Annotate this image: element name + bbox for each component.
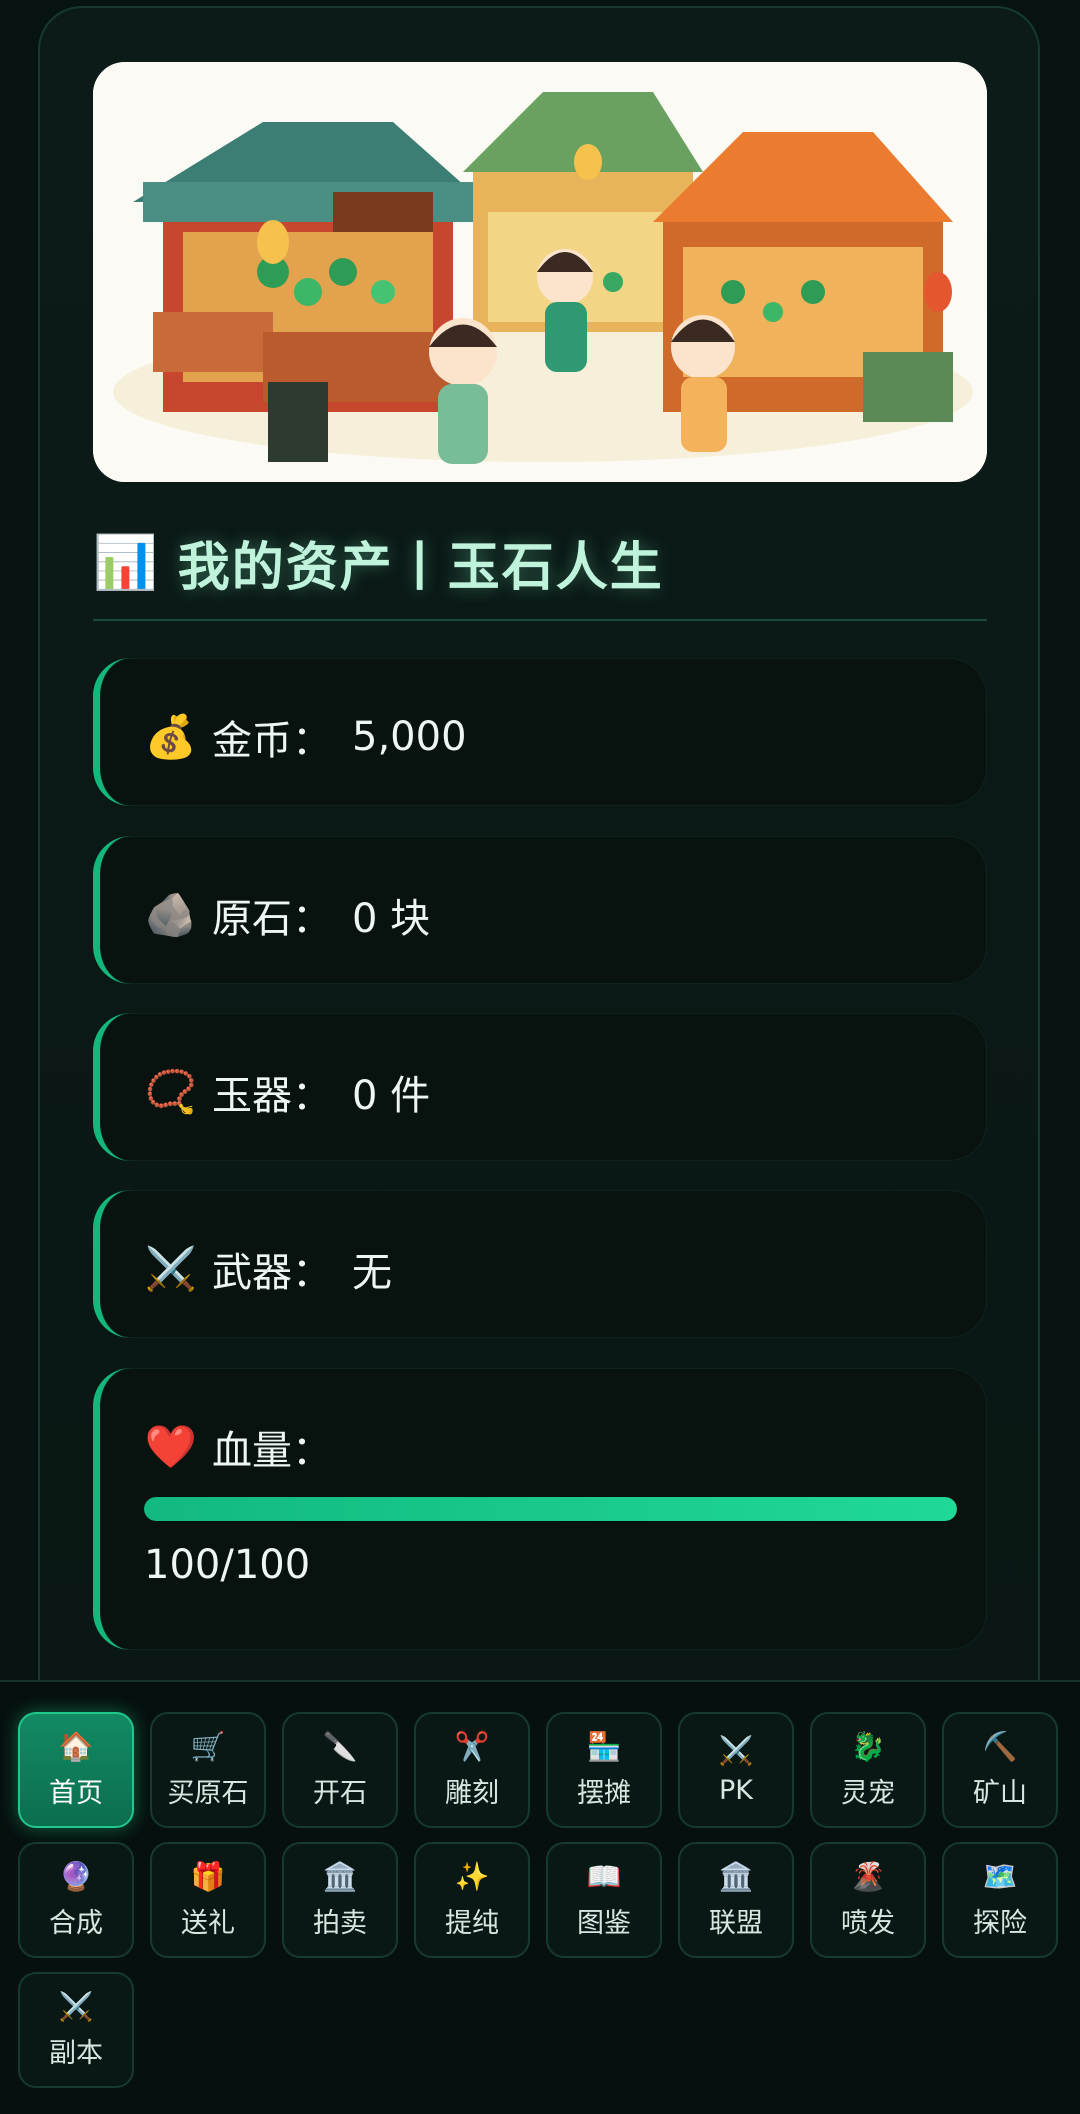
nav-eruption-button[interactable]: 🌋 喷发 bbox=[810, 1842, 926, 1958]
nav-label: 图鉴 bbox=[577, 1907, 631, 1939]
heart-icon: ❤️ bbox=[144, 1422, 198, 1471]
jade-value: 0 件 bbox=[352, 1073, 431, 1119]
nav-alliance-button[interactable]: 🏛️ 联盟 bbox=[678, 1842, 794, 1958]
weapon-value: 无 bbox=[352, 1250, 392, 1296]
dragon-icon: 🐉 bbox=[850, 1729, 886, 1763]
nav-carve-button[interactable]: ✂️ 雕刻 bbox=[414, 1712, 530, 1828]
hp-progress-bar bbox=[144, 1497, 957, 1521]
page-title-row: 📊 我的资产丨玉石人生 bbox=[93, 520, 664, 604]
raw-stone-card: 🪨 原石： 0 块 bbox=[93, 836, 987, 984]
nav-label: PK bbox=[719, 1774, 753, 1806]
nav-label: 喷发 bbox=[841, 1907, 895, 1939]
sparkles-icon: ✨ bbox=[454, 1859, 490, 1893]
nav-stall-button[interactable]: 🏪 摆摊 bbox=[546, 1712, 662, 1828]
nav-home-button[interactable]: 🏠 首页 bbox=[18, 1712, 134, 1828]
hp-card: ❤️ 血量： 100/100 bbox=[93, 1368, 987, 1650]
nav-label: 矿山 bbox=[973, 1777, 1027, 1809]
nav-dungeon-button[interactable]: ⚔️ 副本 bbox=[18, 1972, 134, 2088]
raw-stone-label: 原石： bbox=[212, 896, 332, 942]
nav-refine-button[interactable]: ✨ 提纯 bbox=[414, 1842, 530, 1958]
classical-building-icon: 🏛️ bbox=[718, 1859, 754, 1893]
nav-gift-button[interactable]: 🎁 送礼 bbox=[150, 1842, 266, 1958]
nav-label: 探险 bbox=[973, 1907, 1027, 1939]
jade-label: 玉器： bbox=[212, 1073, 332, 1119]
hp-progress-fill bbox=[144, 1497, 957, 1521]
hp-label: 血量： bbox=[212, 1428, 332, 1474]
rock-icon: 🪨 bbox=[144, 890, 198, 939]
nav-label: 副本 bbox=[49, 2037, 103, 2069]
nav-label: 灵宠 bbox=[841, 1777, 895, 1809]
jade-card: 📿 玉器： 0 件 bbox=[93, 1013, 987, 1161]
nav-label: 送礼 bbox=[181, 1907, 235, 1939]
crystal-ball-icon: 🔮 bbox=[58, 1859, 94, 1893]
home-icon: 🏠 bbox=[58, 1729, 94, 1763]
classical-building-icon: 🏛️ bbox=[322, 1859, 358, 1893]
gift-icon: 🎁 bbox=[190, 1859, 226, 1893]
crossed-swords-icon: ⚔️ bbox=[718, 1733, 754, 1767]
volcano-icon: 🌋 bbox=[850, 1859, 886, 1893]
nav-mine-button[interactable]: ⛏️ 矿山 bbox=[942, 1712, 1058, 1828]
page-title: 我的资产丨玉石人生 bbox=[177, 537, 664, 598]
store-icon: 🏪 bbox=[586, 1729, 622, 1763]
market-illustration bbox=[93, 62, 987, 482]
nav-label: 开石 bbox=[313, 1777, 367, 1809]
weapon-card: ⚔️ 武器： 无 bbox=[93, 1190, 987, 1338]
world-map-icon: 🗺️ bbox=[982, 1859, 1018, 1893]
title-divider bbox=[93, 619, 987, 621]
nav-label: 联盟 bbox=[709, 1907, 763, 1939]
bar-chart-icon: 📊 bbox=[93, 532, 158, 593]
knife-icon: 🔪 bbox=[322, 1729, 358, 1763]
crossed-swords-icon: ⚔️ bbox=[144, 1244, 198, 1293]
nav-label: 提纯 bbox=[445, 1907, 499, 1939]
raw-stone-value: 0 块 bbox=[352, 896, 431, 942]
weapon-label: 武器： bbox=[212, 1250, 332, 1296]
nav-auction-button[interactable]: 🏛️ 拍卖 bbox=[282, 1842, 398, 1958]
nav-open-stone-button[interactable]: 🔪 开石 bbox=[282, 1712, 398, 1828]
nav-explore-button[interactable]: 🗺️ 探险 bbox=[942, 1842, 1058, 1958]
jade-market-banner-image bbox=[93, 62, 987, 482]
nav-label: 买原石 bbox=[167, 1777, 249, 1809]
gold-label: 金币： bbox=[212, 718, 332, 764]
nav-label: 拍卖 bbox=[313, 1907, 367, 1939]
money-bag-icon: 💰 bbox=[144, 712, 198, 761]
open-book-icon: 📖 bbox=[586, 1859, 622, 1893]
scissors-icon: ✂️ bbox=[454, 1729, 490, 1763]
gold-value: 5,000 bbox=[352, 714, 467, 760]
nav-codex-button[interactable]: 📖 图鉴 bbox=[546, 1842, 662, 1958]
gold-card: 💰 金币： 5,000 bbox=[93, 658, 987, 806]
nav-label: 合成 bbox=[49, 1907, 103, 1939]
crossed-swords-icon: ⚔️ bbox=[58, 1989, 94, 2023]
nav-buy-stone-button[interactable]: 🛒 买原石 bbox=[150, 1712, 266, 1828]
shopping-cart-icon: 🛒 bbox=[190, 1729, 226, 1763]
nav-label: 摆摊 bbox=[577, 1777, 631, 1809]
nav-synthesize-button[interactable]: 🔮 合成 bbox=[18, 1842, 134, 1958]
nav-label: 首页 bbox=[49, 1777, 103, 1809]
pickaxe-icon: ⛏️ bbox=[982, 1729, 1018, 1763]
hp-value: 100/100 bbox=[144, 1542, 311, 1588]
nav-label: 雕刻 bbox=[445, 1777, 499, 1809]
prayer-beads-icon: 📿 bbox=[144, 1067, 198, 1116]
bottom-nav: 🏠 首页 🛒 买原石 🔪 开石 ✂️ 雕刻 🏪 摆摊 ⚔️ PK 🐉 灵宠 ⛏️ 矿山 🔮 合成 … bbox=[0, 1680, 1080, 2114]
nav-pk-button[interactable]: ⚔️ PK bbox=[678, 1712, 794, 1828]
nav-pet-button[interactable]: 🐉 灵宠 bbox=[810, 1712, 926, 1828]
